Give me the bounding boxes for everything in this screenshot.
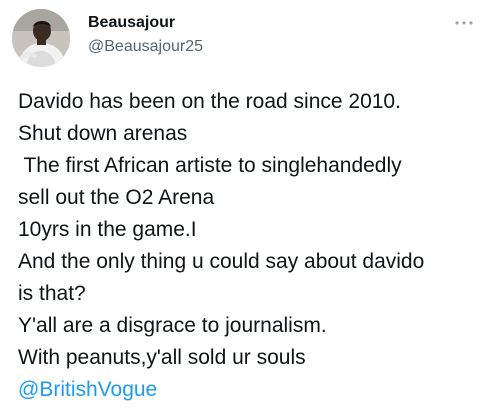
avatar-photo-icon <box>12 9 70 67</box>
tweet-line: Shut down arenas <box>18 122 188 145</box>
display-name[interactable]: Beausajour <box>88 14 175 32</box>
tweet-line: Y'all are a disgrace to journalism. <box>18 314 327 337</box>
tweet-line: 10yrs in the game.I <box>18 218 197 241</box>
tweet-line: is that? <box>18 282 86 305</box>
avatar[interactable] <box>12 9 70 67</box>
tweet-card: Beausajour @Beausajour25 Davido has been… <box>0 0 500 418</box>
tweet-line: And the only thing u could say about dav… <box>18 250 425 273</box>
tweet-line: sell out the O2 Arena <box>18 186 215 209</box>
mention-link[interactable]: @BritishVogue <box>18 374 488 406</box>
tweet-text: Davido has been on the road since 2010. … <box>18 86 488 406</box>
tweet-line: With peanuts,y'all sold ur souls <box>18 346 306 369</box>
tweet-line: Davido has been on the road since 2010. <box>18 90 401 113</box>
tweet-line: The first African artiste to singlehande… <box>18 154 402 177</box>
user-handle[interactable]: @Beausajour25 <box>88 38 203 56</box>
more-options-icon[interactable] <box>452 16 476 28</box>
